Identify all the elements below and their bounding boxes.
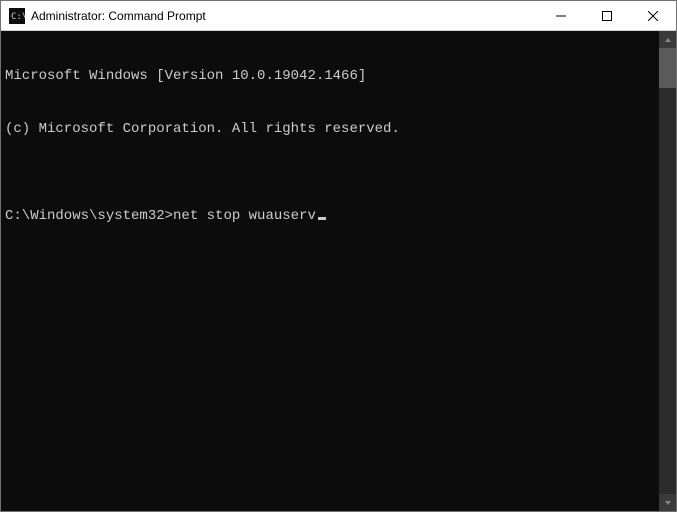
- terminal-output-line: (c) Microsoft Corporation. All rights re…: [5, 121, 657, 139]
- terminal-area[interactable]: Microsoft Windows [Version 10.0.19042.14…: [1, 31, 659, 511]
- window-title: Administrator: Command Prompt: [31, 9, 538, 23]
- command-prompt-window: C:\ Administrator: Command Prompt: [0, 0, 677, 512]
- window-controls: [538, 1, 676, 30]
- terminal-output-line: Microsoft Windows [Version 10.0.19042.14…: [5, 68, 657, 86]
- vertical-scrollbar[interactable]: [659, 31, 676, 511]
- minimize-icon: [556, 11, 566, 21]
- terminal-wrapper: Microsoft Windows [Version 10.0.19042.14…: [1, 31, 676, 511]
- close-icon: [648, 11, 658, 21]
- scroll-up-button[interactable]: [659, 31, 676, 48]
- minimize-button[interactable]: [538, 1, 584, 30]
- maximize-icon: [602, 11, 612, 21]
- terminal-prompt-line: C:\Windows\system32> net stop wuauserv: [5, 208, 657, 226]
- svg-text:C:\: C:\: [11, 12, 25, 22]
- cmd-icon: C:\: [9, 8, 25, 24]
- terminal-command: net stop wuauserv: [173, 208, 316, 226]
- maximize-button[interactable]: [584, 1, 630, 30]
- terminal-prompt: C:\Windows\system32>: [5, 208, 173, 226]
- close-button[interactable]: [630, 1, 676, 30]
- scroll-track[interactable]: [659, 88, 676, 494]
- scroll-down-button[interactable]: [659, 494, 676, 511]
- chevron-down-icon: [664, 499, 672, 507]
- scroll-thumb[interactable]: [659, 48, 676, 88]
- terminal-cursor: [318, 217, 326, 220]
- chevron-up-icon: [664, 36, 672, 44]
- titlebar[interactable]: C:\ Administrator: Command Prompt: [1, 1, 676, 31]
